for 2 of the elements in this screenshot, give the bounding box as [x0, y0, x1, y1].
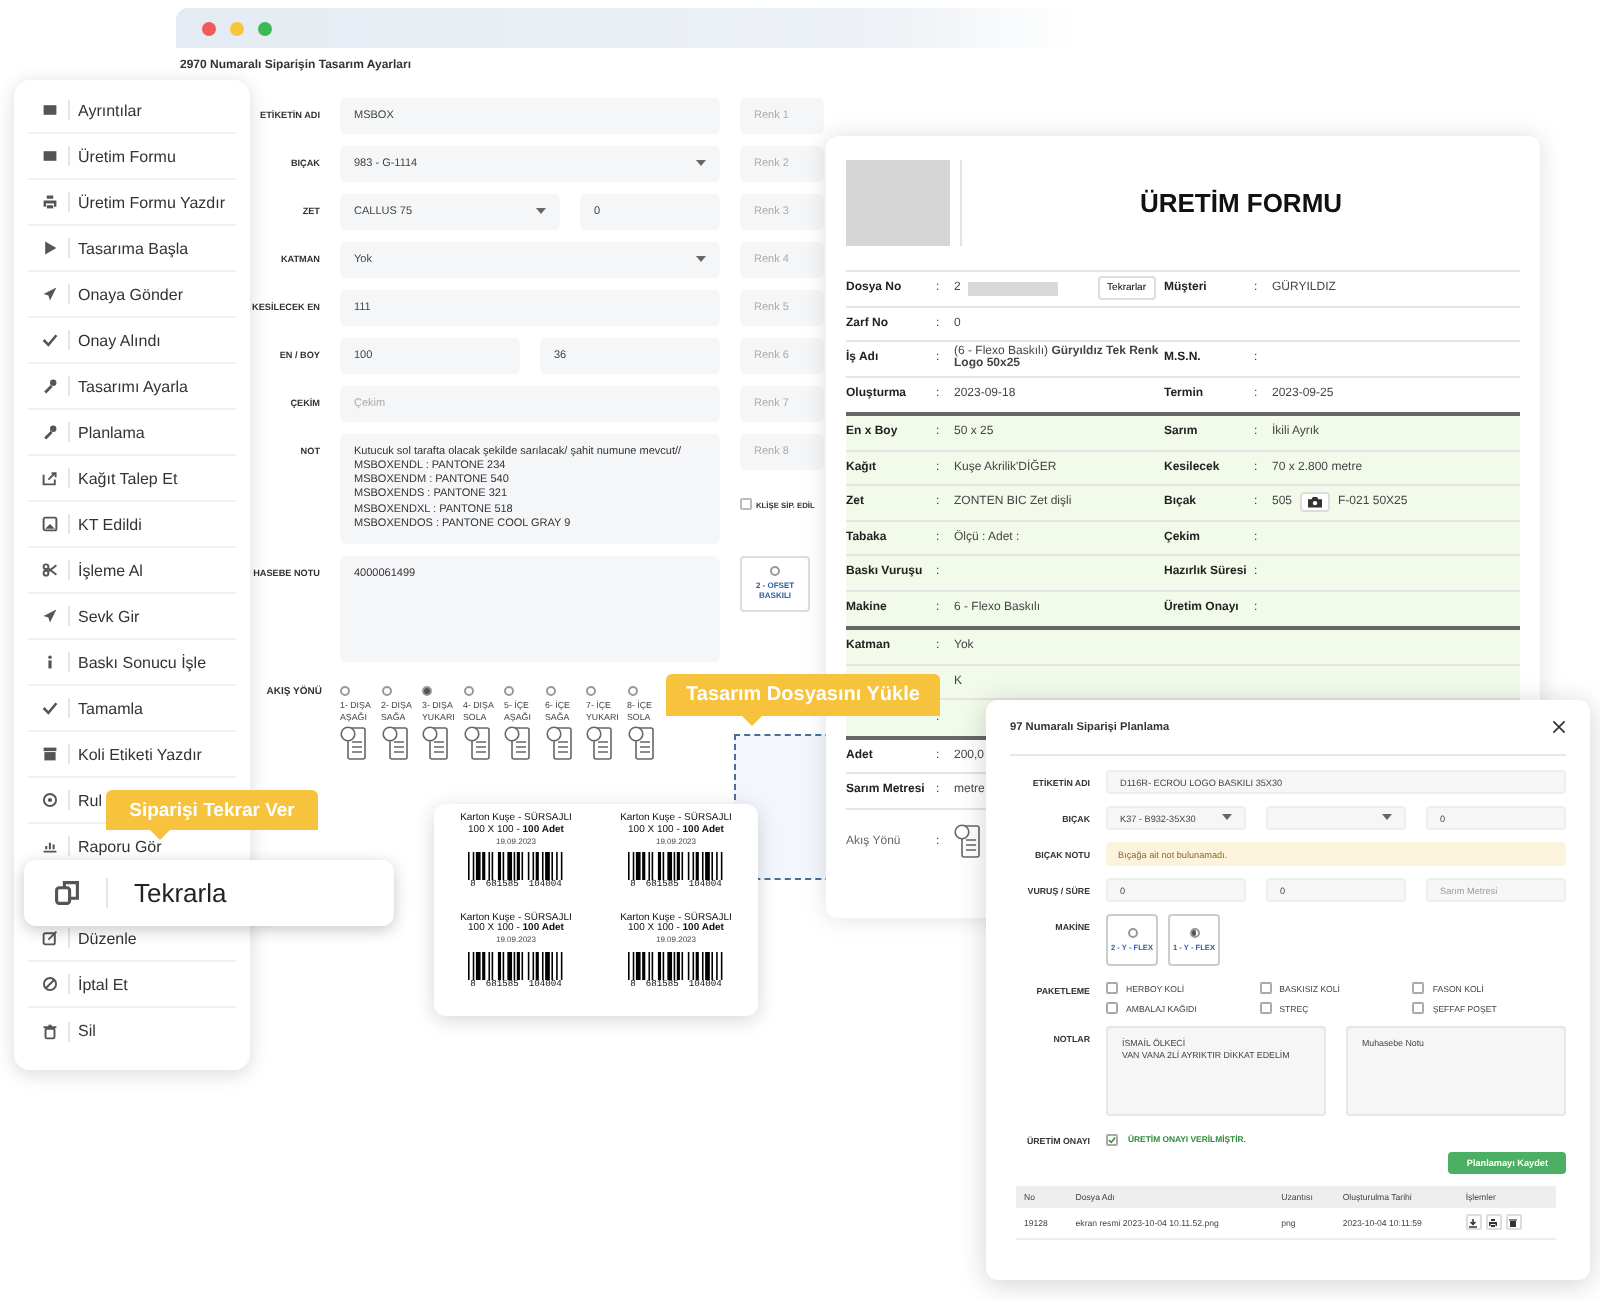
tooltip: Siparişi Tekrar Ver	[106, 790, 318, 840]
form-title: ÜRETİM FORMU	[1137, 188, 1345, 218]
